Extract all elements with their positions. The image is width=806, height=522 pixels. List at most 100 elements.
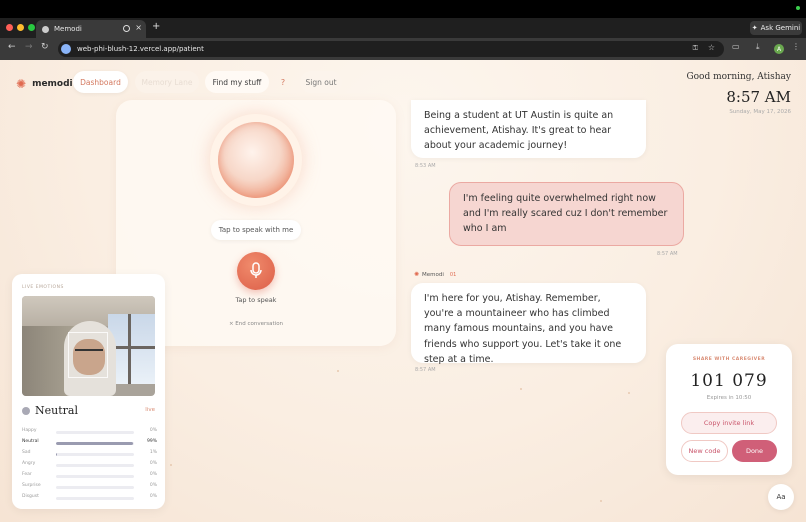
face-detection-box: [68, 332, 108, 378]
emotion-row-neutral: Neutral 99%: [22, 439, 157, 447]
emotion-bar: [56, 464, 134, 467]
sidebar-icon[interactable]: ▭: [732, 42, 740, 51]
emotion-row-sad: Sad 1%: [22, 450, 157, 458]
text-size-button[interactable]: Aa: [768, 484, 794, 510]
memodi-logo-icon: ✺: [16, 77, 27, 91]
assistant-message: I'm here for you, Atishay. Remember, you…: [411, 283, 646, 365]
recording-icon: [123, 25, 130, 32]
live-emotions-panel: LIVE EMOTIONS Neutral live Happy 0% Neutra…: [12, 274, 165, 509]
message-timestamp: 8:53 AM: [415, 163, 436, 169]
emotion-percent: 0%: [149, 472, 157, 477]
emotion-label: Neutral: [22, 439, 39, 444]
bookmark-star-icon[interactable]: ☆: [708, 43, 715, 52]
emotion-row-fear: Fear 0%: [22, 472, 157, 480]
site-info-icon[interactable]: [61, 44, 71, 54]
browser-tab-bar: Memodi × + ✦ Ask Gemini: [0, 18, 806, 38]
download-icon[interactable]: ⤓: [756, 42, 760, 52]
emotion-bar: [56, 453, 134, 456]
profile-avatar[interactable]: A: [774, 44, 784, 54]
ask-gemini-button[interactable]: ✦ Ask Gemini: [750, 21, 802, 35]
decor-sparkle: [600, 500, 602, 502]
emotion-percent: 0%: [149, 483, 157, 488]
decor-sparkle: [628, 392, 630, 394]
address-bar[interactable]: web-phi-blush-12.vercel.app/patient ⚿ ☆: [58, 41, 724, 57]
emotion-label: Sad: [22, 450, 31, 455]
browser-tab-memodi[interactable]: Memodi ×: [36, 20, 146, 38]
emotion-bar: [56, 475, 134, 478]
emotion-percent: 1%: [149, 450, 157, 455]
emotion-bar-fill: [56, 453, 57, 456]
nav-dashboard[interactable]: Dashboard: [73, 71, 128, 93]
minimize-window-button[interactable]: [17, 24, 24, 31]
decor-sparkle: [170, 464, 172, 466]
emotion-bar: [56, 431, 134, 434]
help-button[interactable]: ?: [273, 71, 293, 93]
os-titlebar: [0, 0, 806, 18]
memodi-logo-icon: ✺: [414, 271, 420, 278]
emotion-label: Disgust: [22, 494, 39, 499]
live-badge: live: [145, 407, 155, 413]
emotion-percent: 0%: [149, 494, 157, 499]
copy-invite-link-button[interactable]: Copy invite link: [681, 412, 777, 434]
sign-out-button[interactable]: Sign out: [300, 71, 342, 93]
reload-icon[interactable]: ↻: [41, 42, 49, 52]
status-dot: [796, 6, 800, 10]
decor-sparkle: [520, 388, 522, 390]
voice-orb[interactable]: [210, 114, 302, 206]
share-with-caregiver-card: SHARE WITH CAREGIVER 101 079 Expires in …: [666, 344, 792, 475]
mic-button[interactable]: [237, 252, 275, 290]
message-timestamp: 8:57 AM: [657, 251, 678, 257]
microphone-icon: [250, 262, 262, 278]
user-message: I'm feeling quite overwhelmed right now …: [449, 182, 684, 246]
done-button[interactable]: Done: [732, 440, 777, 462]
new-tab-button[interactable]: +: [152, 21, 160, 32]
decor-sparkle: [337, 370, 339, 372]
sender-name: Memodi: [422, 271, 444, 278]
maximize-window-button[interactable]: [28, 24, 35, 31]
share-header: SHARE WITH CAREGIVER: [692, 357, 766, 362]
window-controls: [6, 24, 35, 31]
ask-gemini-label: Ask Gemini: [760, 24, 801, 32]
nav-memory-lane[interactable]: Memory Lane: [135, 71, 199, 93]
webcam-feed: [22, 296, 155, 396]
current-emotion: Neutral: [35, 404, 78, 417]
globe-icon: [42, 25, 49, 33]
emotion-percent: 99%: [146, 439, 157, 444]
clock-time: 8:57 AM: [726, 88, 791, 106]
browser-toolbar: ← → ↻ web-phi-blush-12.vercel.app/patien…: [0, 38, 806, 60]
menu-kebab-icon[interactable]: ⋮: [792, 42, 800, 51]
clock-date: Sunday, May 17, 2026: [729, 109, 791, 115]
voice-orb-core: [218, 122, 294, 198]
tab-title: Memodi: [54, 25, 82, 33]
nav-find-my-stuff[interactable]: Find my stuff: [205, 71, 269, 93]
emotion-bar: [56, 486, 134, 489]
message-sender: ✺ Memodi 01: [414, 271, 456, 278]
emotions-header: LIVE EMOTIONS: [22, 285, 64, 290]
emotion-bar: [56, 497, 134, 500]
forward-arrow-icon[interactable]: →: [25, 42, 33, 52]
emotion-status-dot: [22, 407, 30, 415]
memodi-page: ✺ memodi Dashboard Memory Lane Find my s…: [0, 60, 806, 522]
message-timestamp: 8:57 AM: [415, 367, 436, 373]
sender-badge: 01: [449, 271, 457, 278]
sparkle-icon: ✦: [751, 24, 758, 32]
emotion-label: Happy: [22, 428, 37, 433]
emotion-label: Angry: [22, 461, 36, 466]
new-code-button[interactable]: New code: [681, 440, 728, 462]
password-key-icon[interactable]: ⚿: [693, 44, 698, 53]
emotion-label: Surprise: [22, 483, 41, 488]
assistant-message: Being a student at UT Austin is quite an…: [411, 100, 646, 158]
url-text[interactable]: web-phi-blush-12.vercel.app/patient: [77, 45, 204, 53]
tab-close-icon[interactable]: ×: [135, 23, 142, 32]
emotion-row-surprise: Surprise 0%: [22, 483, 157, 491]
close-window-button[interactable]: [6, 24, 13, 31]
emotion-bar-fill: [56, 442, 134, 445]
emotion-row-happy: Happy 0%: [22, 428, 157, 436]
emotion-percent: 0%: [149, 428, 157, 433]
emotion-row-angry: Angry 0%: [22, 461, 157, 469]
back-arrow-icon[interactable]: ←: [8, 42, 16, 52]
emotion-percent: 0%: [149, 461, 157, 466]
brand[interactable]: ✺ memodi: [16, 77, 73, 91]
code-expiry: Expires in 10:50: [706, 395, 752, 401]
emotion-row-disgust: Disgust 0%: [22, 494, 157, 502]
